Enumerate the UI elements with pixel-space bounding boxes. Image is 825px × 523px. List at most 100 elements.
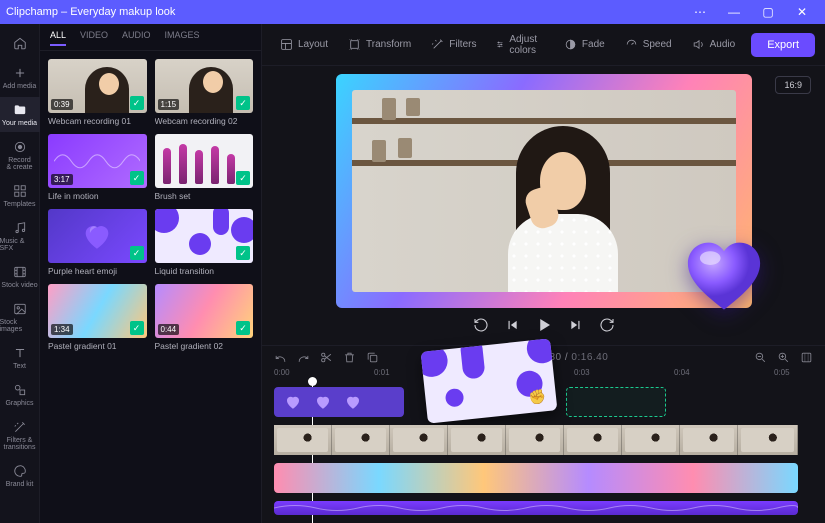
shapes-icon <box>13 383 27 397</box>
prev-frame-button[interactable] <box>505 318 519 332</box>
sparkle-icon <box>431 38 444 51</box>
window-minimize-button[interactable]: — <box>717 5 751 19</box>
export-button[interactable]: Export <box>751 33 815 57</box>
tool-transform[interactable]: Transform <box>340 33 419 56</box>
seek-back-button[interactable] <box>473 317 489 333</box>
stage: Layout Transform Filters Adjust colors F… <box>262 24 825 523</box>
media-panel: ALL VIDEO AUDIO IMAGES 0:39 Webcam recor… <box>40 24 262 523</box>
check-icon <box>236 171 250 185</box>
tool-audio[interactable]: Audio <box>684 33 744 56</box>
media-grid: 0:39 Webcam recording 01 1:15 Webcam rec… <box>40 51 261 523</box>
sliders-icon <box>496 38 504 51</box>
delete-button[interactable] <box>343 351 356 364</box>
app-name: Clipchamp <box>6 6 58 18</box>
media-tab-audio[interactable]: AUDIO <box>122 30 151 46</box>
rail-stock-video[interactable]: Stock video <box>0 259 40 294</box>
media-thumb: 1:15 <box>155 59 254 113</box>
media-duration: 0:44 <box>158 324 180 335</box>
rail-filters[interactable]: Filters & transitions <box>0 414 40 456</box>
zoom-in-button[interactable] <box>777 351 790 364</box>
media-item[interactable]: 1:15 Webcam recording 02 <box>155 59 254 126</box>
rail-stock-images[interactable]: Stock images <box>0 296 40 338</box>
media-label: Webcam recording 02 <box>155 116 254 126</box>
split-button[interactable] <box>320 351 333 364</box>
media-thumb: 3:17 <box>48 134 147 188</box>
image-icon <box>13 302 27 316</box>
home-icon <box>13 36 27 50</box>
rail-record[interactable]: Record & create <box>0 134 40 176</box>
media-label: Liquid transition <box>155 266 254 276</box>
tool-speed[interactable]: Speed <box>617 33 680 56</box>
clip-toolbar: Layout Transform Filters Adjust colors F… <box>262 24 825 66</box>
media-label: Life in motion <box>48 191 147 201</box>
check-icon <box>236 96 250 110</box>
window-maximize-button[interactable]: ▢ <box>751 5 785 19</box>
rail-templates[interactable]: Templates <box>0 178 40 213</box>
window-close-button[interactable]: ✕ <box>785 5 819 19</box>
media-duration: 1:15 <box>158 99 180 110</box>
tracks <box>262 383 825 523</box>
duplicate-button[interactable] <box>366 351 379 364</box>
layout-icon <box>280 38 293 51</box>
window-menu-button[interactable]: ⋯ <box>683 5 717 19</box>
clip-audio[interactable] <box>274 501 798 515</box>
media-tab-all[interactable]: ALL <box>50 30 66 46</box>
zoom-fit-button[interactable] <box>800 351 813 364</box>
aspect-ratio-selector[interactable]: 16:9 <box>775 76 811 94</box>
tool-filters[interactable]: Filters <box>423 33 484 56</box>
heart-icon <box>314 393 332 411</box>
track-background[interactable] <box>274 461 813 495</box>
rail-home[interactable] <box>0 30 40 58</box>
media-item[interactable]: 0:39 Webcam recording 01 <box>48 59 147 126</box>
media-thumb: 0:44 <box>155 284 254 338</box>
plus-icon <box>13 66 27 80</box>
check-icon <box>236 246 250 260</box>
media-label: Brush set <box>155 191 254 201</box>
media-item[interactable]: 1:34 Pastel gradient 01 <box>48 284 147 351</box>
play-button[interactable] <box>535 316 553 334</box>
templates-icon <box>13 184 27 198</box>
heart-sticker[interactable] <box>678 234 770 320</box>
rail-your-media[interactable]: Your media <box>0 97 40 132</box>
media-item[interactable]: Purple heart emoji <box>48 209 147 276</box>
wand-icon <box>13 420 27 434</box>
rail-graphics[interactable]: Graphics <box>0 377 40 412</box>
clip-gradient[interactable] <box>274 463 798 493</box>
track-sticker[interactable] <box>274 385 813 419</box>
title-bar: Clipchamp – Everyday makup look ⋯ — ▢ ✕ <box>0 0 825 24</box>
media-duration: 3:17 <box>51 174 73 185</box>
heart-icon <box>284 393 302 411</box>
rail-text[interactable]: Text <box>0 340 40 375</box>
drop-target[interactable] <box>566 387 666 417</box>
timeline: 0:00.30 / 0:16.40 0:00 0:01 0:02 0:03 0:… <box>262 345 825 523</box>
media-item[interactable]: Liquid transition <box>155 209 254 276</box>
zoom-out-button[interactable] <box>754 351 767 364</box>
clip-video[interactable] <box>274 425 798 455</box>
rail-add-media[interactable]: Add media <box>0 60 40 95</box>
record-icon <box>13 140 27 154</box>
preview-canvas[interactable] <box>336 74 752 308</box>
rail-music[interactable]: Music & SFX <box>0 215 40 257</box>
media-item[interactable]: 3:17 Life in motion <box>48 134 147 201</box>
tool-layout[interactable]: Layout <box>272 33 336 56</box>
clip-heart[interactable] <box>274 387 404 417</box>
undo-button[interactable] <box>274 351 287 364</box>
media-tab-images[interactable]: IMAGES <box>165 30 200 46</box>
tool-fade[interactable]: Fade <box>556 33 613 56</box>
rail-brand-kit[interactable]: Brand kit <box>0 458 40 493</box>
dragging-clip-liquid[interactable] <box>421 338 558 423</box>
media-thumb: 1:34 <box>48 284 147 338</box>
track-video[interactable] <box>274 423 813 457</box>
tool-adjust-colors[interactable]: Adjust colors <box>488 29 551 61</box>
seek-forward-button[interactable] <box>599 317 615 333</box>
media-thumb: 0:39 <box>48 59 147 113</box>
media-label: Webcam recording 01 <box>48 116 147 126</box>
redo-button[interactable] <box>297 351 310 364</box>
media-item[interactable]: 0:44 Pastel gradient 02 <box>155 284 254 351</box>
track-audio[interactable] <box>274 499 813 517</box>
media-thumb <box>48 209 147 263</box>
media-tab-video[interactable]: VIDEO <box>80 30 108 46</box>
media-item[interactable]: Brush set <box>155 134 254 201</box>
next-frame-button[interactable] <box>569 318 583 332</box>
fade-icon <box>564 38 577 51</box>
